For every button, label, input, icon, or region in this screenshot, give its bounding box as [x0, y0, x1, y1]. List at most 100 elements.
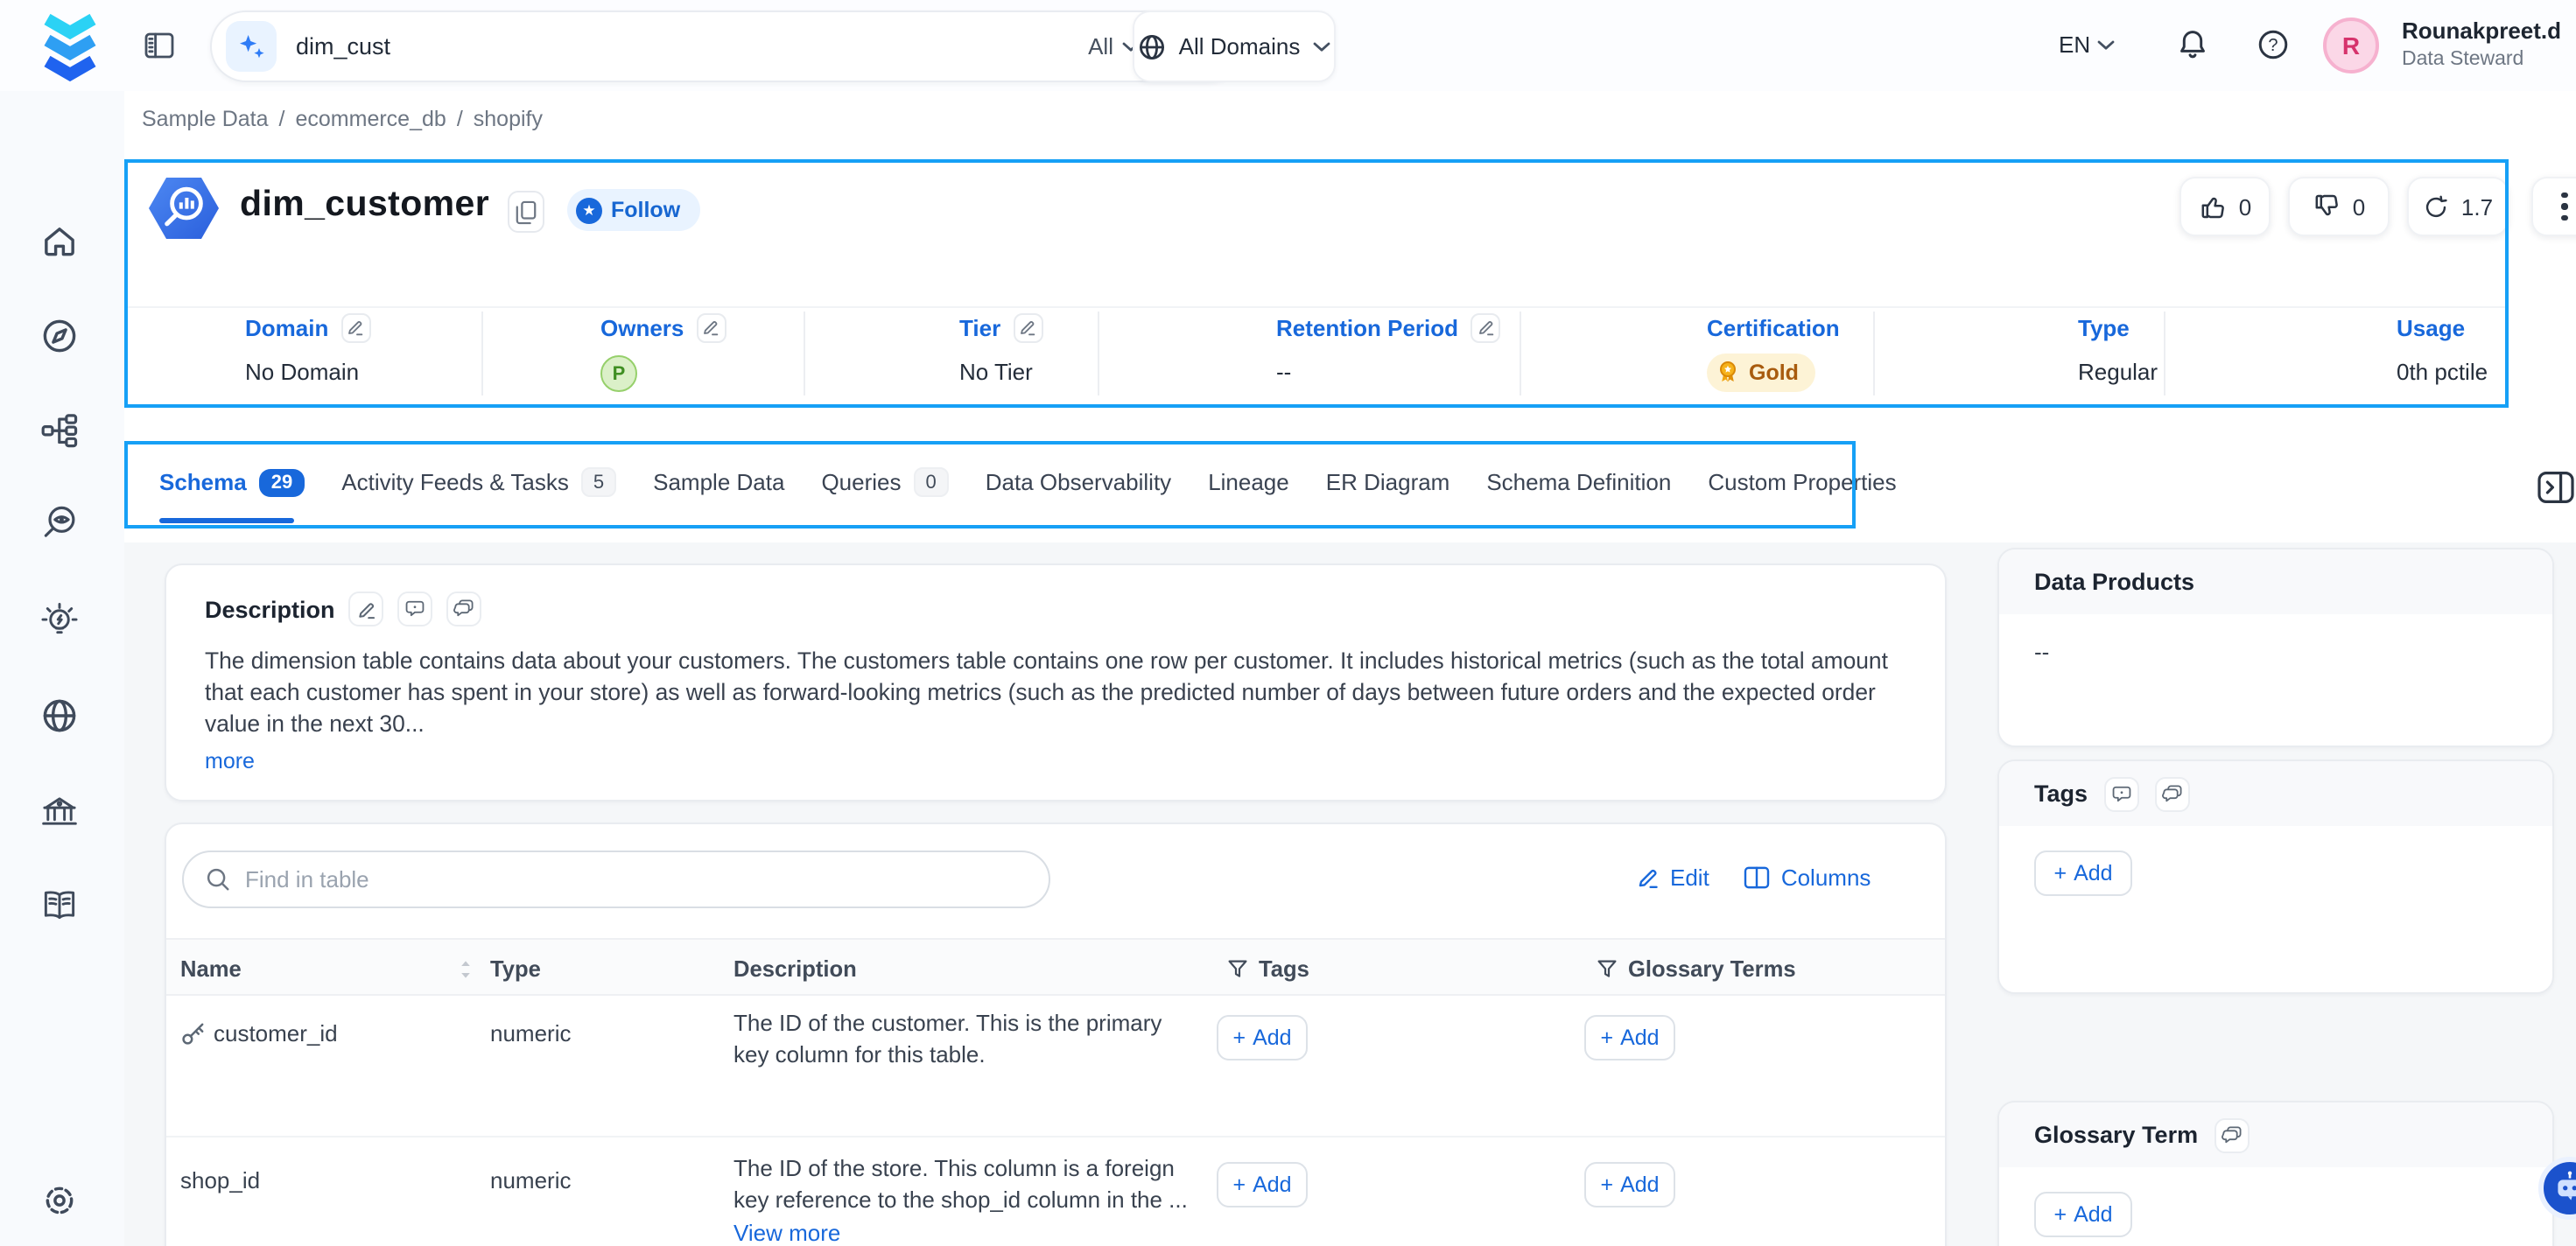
nav-home[interactable]: [40, 220, 82, 262]
description-more-link[interactable]: more: [205, 749, 255, 774]
meta-tier: Tier No Tier: [959, 312, 1042, 385]
language-selector[interactable]: EN: [2059, 32, 2115, 58]
downvote-button[interactable]: 0: [2288, 177, 2390, 236]
user-info[interactable]: Rounakpreet.d Data Steward: [2402, 16, 2561, 75]
add-glossary-term-button[interactable]: + Add: [1584, 1015, 1675, 1060]
nav-govern[interactable]: [40, 791, 82, 833]
globe-icon: [1139, 32, 1167, 60]
tab-sample-data[interactable]: Sample Data: [653, 469, 784, 495]
nav-lineage[interactable]: [40, 410, 82, 452]
glossary-conversation-button[interactable]: [2214, 1117, 2249, 1152]
columns-icon: [1744, 866, 1771, 889]
add-tag-button[interactable]: + Add: [1217, 1162, 1308, 1208]
tags-conversation-button[interactable]: [2154, 776, 2189, 811]
breadcrumb-database[interactable]: ecommerce_db: [296, 107, 446, 131]
nav-domains[interactable]: [40, 695, 82, 737]
add-tags-button[interactable]: + Add: [2034, 850, 2132, 896]
star-icon: ★: [576, 197, 602, 223]
column-header-type: Type: [490, 940, 541, 998]
tab-activity-feeds[interactable]: Activity Feeds & Tasks 5: [341, 467, 616, 497]
edit-tier-button[interactable]: [1013, 312, 1042, 342]
copy-icon: [515, 199, 537, 225]
add-glossary-term-button[interactable]: + Add: [2034, 1192, 2132, 1237]
description-conversation-button[interactable]: [447, 592, 482, 626]
meta-retention: Retention Period --: [1276, 312, 1500, 385]
search-input[interactable]: [296, 33, 1088, 60]
tab-schema[interactable]: Schema 29: [159, 468, 305, 496]
view-more-link[interactable]: View more: [733, 1220, 840, 1246]
avatar-initial: R: [2342, 32, 2360, 60]
edit-domain-button[interactable]: [340, 312, 370, 342]
conversation-icon: [2221, 1124, 2242, 1145]
columns-button[interactable]: Columns: [1744, 864, 1871, 891]
data-products-title: Data Products: [2034, 569, 2194, 595]
column-header-name[interactable]: Name: [180, 940, 473, 998]
edit-owners-button[interactable]: [696, 312, 726, 342]
help-button[interactable]: ?: [2257, 28, 2290, 61]
breadcrumb-schema[interactable]: shopify: [474, 107, 543, 131]
domain-selector[interactable]: All Domains: [1133, 10, 1336, 82]
tab-label: Lineage: [1208, 469, 1289, 495]
more-actions-button[interactable]: [2531, 177, 2576, 236]
tab-label: Activity Feeds & Tasks: [341, 469, 569, 495]
collapse-panel-button[interactable]: [2537, 469, 2575, 506]
tab-schema-definition[interactable]: Schema Definition: [1486, 469, 1671, 495]
edit-table-button[interactable]: Edit: [1637, 864, 1709, 891]
upvote-button[interactable]: 0: [2179, 177, 2271, 236]
usage-label: Usage: [2397, 314, 2465, 340]
plus-icon: +: [2053, 861, 2067, 886]
global-search-bar[interactable]: All: [210, 10, 1243, 82]
nav-insights[interactable]: [40, 600, 82, 642]
tab-er-diagram[interactable]: ER Diagram: [1326, 469, 1450, 495]
follow-button[interactable]: ★ Follow: [567, 189, 699, 231]
ai-sparkle-button[interactable]: [226, 21, 277, 72]
plus-icon: +: [1600, 1172, 1613, 1197]
find-in-table-input[interactable]: [245, 866, 1028, 892]
sidebar-toggle-button[interactable]: [144, 30, 175, 61]
search-icon: [205, 866, 231, 892]
bell-icon: [2176, 28, 2209, 61]
tab-data-observability[interactable]: Data Observability: [986, 469, 1171, 495]
owner-avatar[interactable]: P: [600, 355, 637, 392]
request-tags-button[interactable]: [2103, 776, 2138, 811]
copy-name-button[interactable]: [508, 191, 544, 233]
tab-custom-properties[interactable]: Custom Properties: [1708, 469, 1896, 495]
column-header-description: Description: [733, 940, 857, 998]
tab-queries[interactable]: Queries 0: [821, 467, 948, 497]
edit-retention-button[interactable]: [1470, 312, 1500, 342]
sort-icon[interactable]: [459, 958, 473, 979]
retention-value: --: [1276, 359, 1500, 385]
chevron-down-icon: [2097, 39, 2115, 50]
user-avatar[interactable]: R: [2323, 18, 2379, 74]
add-tag-button[interactable]: + Add: [1217, 1015, 1308, 1060]
breadcrumb-service[interactable]: Sample Data: [142, 107, 269, 131]
kebab-icon: [2562, 192, 2568, 220]
svg-text:?: ?: [2268, 36, 2278, 55]
lightbulb-icon: [40, 602, 79, 640]
nav-settings[interactable]: [40, 1180, 82, 1222]
top-bar: All All Domains EN: [0, 0, 2576, 91]
version-button[interactable]: 1.7: [2407, 177, 2509, 236]
filter-icon[interactable]: [1597, 958, 1618, 979]
nav-observability[interactable]: [40, 502, 82, 544]
add-label: Add: [1253, 1172, 1292, 1197]
nav-explore[interactable]: [40, 315, 82, 357]
meta-divider: [2164, 312, 2165, 396]
thumbs-up-icon: [2199, 192, 2227, 220]
add-label: Add: [2074, 1202, 2113, 1227]
breadcrumb: Sample Data / ecommerce_db / shopify: [142, 107, 543, 131]
add-glossary-term-button[interactable]: + Add: [1584, 1162, 1675, 1208]
request-description-button[interactable]: [398, 592, 433, 626]
sparkle-icon: [235, 31, 267, 62]
owners-label: Owners: [600, 314, 684, 340]
language-label: EN: [2059, 32, 2090, 58]
tab-lineage[interactable]: Lineage: [1208, 469, 1289, 495]
notifications-button[interactable]: [2176, 28, 2209, 61]
retention-label: Retention Period: [1276, 314, 1458, 340]
left-nav: [0, 91, 124, 1246]
filter-icon[interactable]: [1227, 958, 1248, 979]
nav-glossary[interactable]: [40, 884, 82, 926]
edit-description-button[interactable]: [349, 592, 384, 626]
type-value: Regular: [2078, 359, 2158, 385]
tab-label: Data Observability: [986, 469, 1171, 495]
